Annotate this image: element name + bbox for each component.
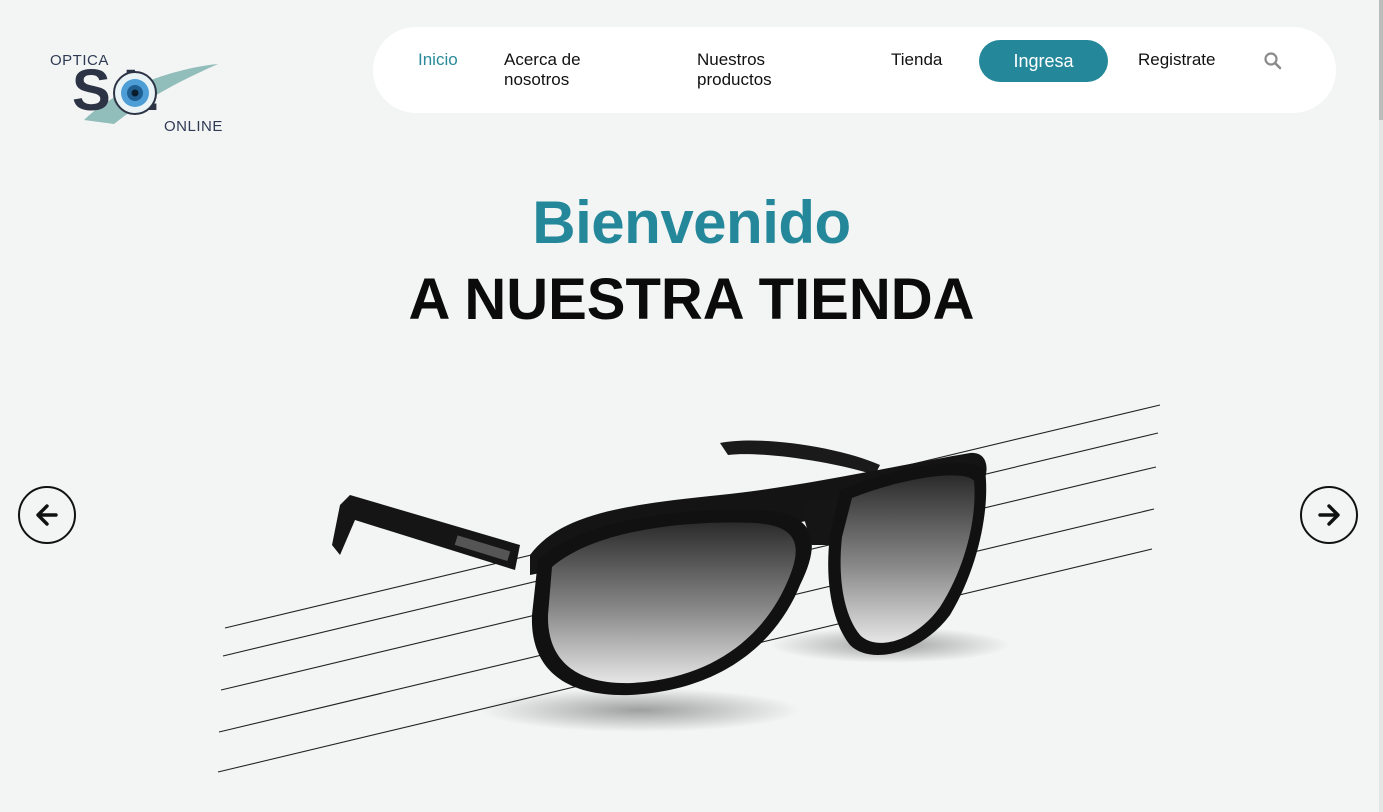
eye-icon xyxy=(113,71,157,115)
hero-title: Bienvenido xyxy=(532,189,851,256)
sunglasses-product-image xyxy=(217,404,1161,773)
nav-item-inicio[interactable]: Inicio xyxy=(418,50,458,70)
logo-bottom-text: ONLINE xyxy=(164,118,223,135)
scrollbar-thumb[interactable] xyxy=(1379,0,1383,120)
page-scrollbar[interactable] xyxy=(1379,0,1383,812)
nav-item-acerca-de-nosotros[interactable]: Acerca de nosotros xyxy=(504,50,624,90)
nav-item-nuestros-productos[interactable]: Nuestros productos xyxy=(697,50,817,90)
arrow-right-icon xyxy=(1318,504,1340,526)
main-navigation: Inicio Acerca de nosotros Nuestros produ… xyxy=(373,27,1336,113)
nav-item-registrate[interactable]: Registrate xyxy=(1138,50,1215,70)
arrow-left-icon xyxy=(36,504,58,526)
hero-subtitle: A NUESTRA TIENDA xyxy=(408,267,975,332)
search-icon[interactable] xyxy=(1263,51,1283,71)
nav-item-tienda[interactable]: Tienda xyxy=(891,50,942,70)
login-button[interactable]: Ingresa xyxy=(979,40,1108,82)
brand-logo[interactable]: OPTICA S L ONLINE xyxy=(46,50,236,142)
carousel-next-button[interactable] xyxy=(1300,486,1358,544)
carousel-prev-button[interactable] xyxy=(18,486,76,544)
